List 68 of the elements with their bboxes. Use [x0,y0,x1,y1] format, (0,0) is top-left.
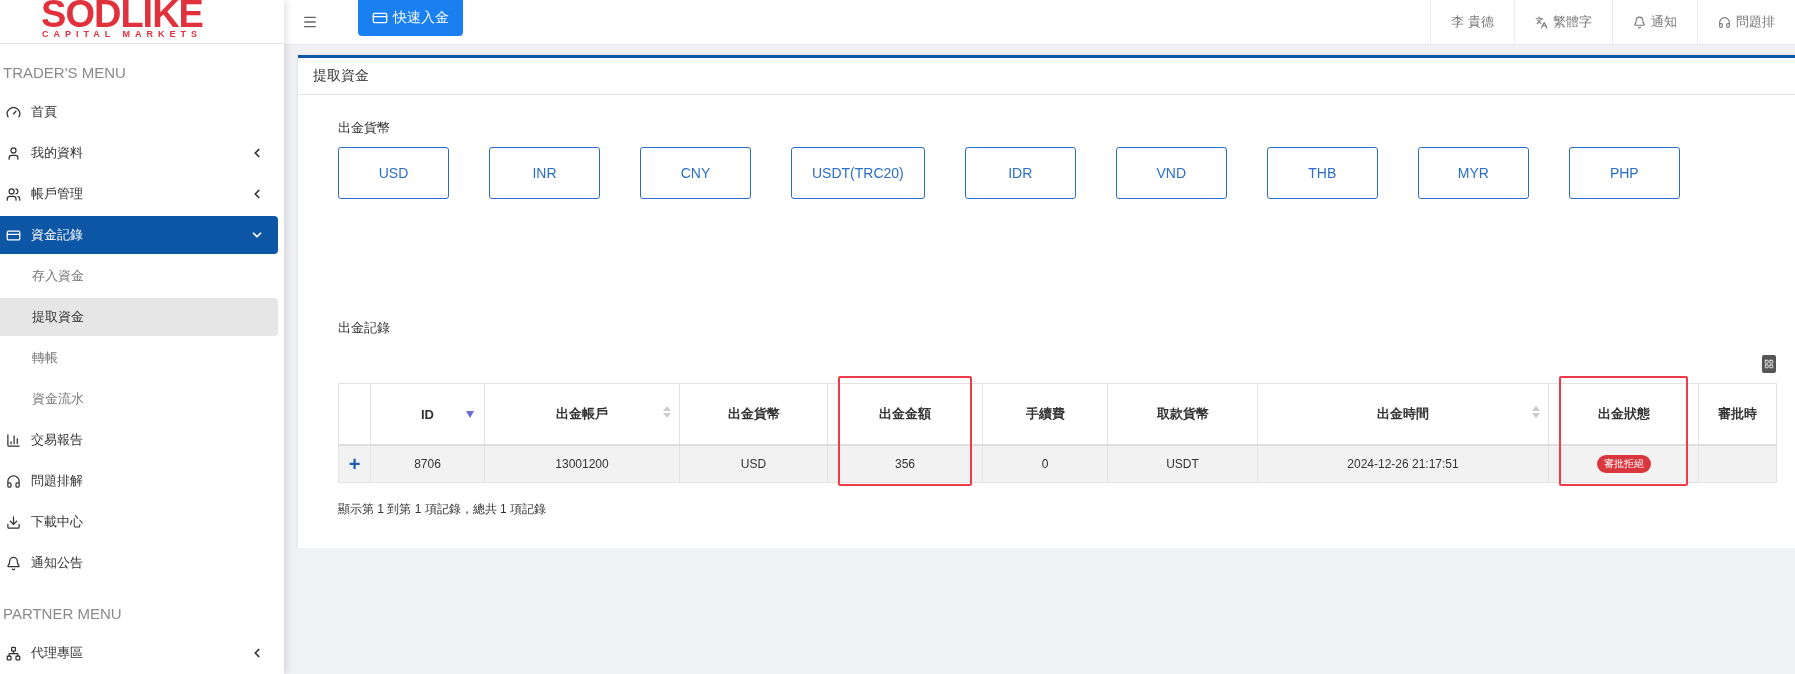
sidebar-item[interactable]: 代理專區 [0,634,278,672]
logo-name: SODLIKE [41,0,203,29]
language-icon[interactable] [1535,15,1548,29]
column-header[interactable]: 手續費 [1025,406,1065,421]
status-badge: 審批拒絕 [1596,455,1651,473]
headset-icon[interactable] [1718,15,1731,29]
currency-button[interactable]: CNY [640,147,751,199]
sidebar-subitem[interactable]: 存入資金 [0,257,278,295]
card-title: 提取資金 [313,67,369,85]
table-cell: 356 [895,457,915,471]
sidebar-item[interactable]: 交易報告 [0,421,278,459]
gauge-icon [6,104,21,120]
table-cell: 2024-12-26 21:17:51 [1347,457,1459,471]
table-cell: USDT [1166,457,1199,471]
notifications-link[interactable]: 通知 [1651,13,1677,31]
table-cell: USD [740,457,767,471]
menu-section-title: TRADER'S MENU [2,63,127,83]
language-link[interactable]: 繁體字 [1553,13,1592,31]
bell-icon [6,555,21,571]
help-link[interactable]: 問題排 [1736,13,1775,31]
bar-chart-icon [6,432,21,448]
download-icon [6,514,21,530]
column-header[interactable]: 出金時間 [1377,406,1429,421]
table-cell: 8706 [414,457,441,471]
column-header[interactable]: ID [421,406,434,422]
table-cell: 13001200 [555,457,609,471]
user-icon [6,145,21,161]
column-header[interactable]: 取款貨幣 [1156,406,1209,421]
currency-button[interactable]: USDT(TRC20) [791,147,925,199]
sidebar-item[interactable]: 通知公告 [0,544,278,582]
currency-button[interactable]: IDR [964,147,1076,199]
bell-icon[interactable] [1633,15,1646,29]
column-header[interactable]: 審批時 [1718,406,1757,421]
sidebar-item[interactable]: 下載中心 [0,503,278,541]
table-summary: 顯示第 1 到第 1 項記錄，總共 1 項記錄 [338,501,548,518]
column-header[interactable]: 出金貨幣 [727,406,780,421]
currency-button[interactable]: INR [489,147,600,199]
menu-icon[interactable] [302,14,318,30]
users-icon [6,186,21,202]
columns-icon[interactable] [1762,355,1776,373]
sidebar-subitem[interactable]: 轉帳 [0,339,278,377]
currency-button[interactable]: USD [338,147,449,199]
card-icon [6,227,21,243]
sitemap-icon [6,645,21,661]
table-cell: 0 [1041,457,1049,471]
sidebar-item[interactable]: 帳戶管理 [0,175,278,213]
quick-deposit-button[interactable]: 快速入金 [358,0,463,36]
section-label: 出金貨幣 [338,119,391,137]
sidebar-item[interactable]: 首頁 [0,93,278,131]
sidebar-item[interactable]: 問題排解 [0,462,278,500]
currency-button[interactable]: THB [1266,147,1378,199]
logo-tagline: CAPITAL MARKETS [41,29,203,39]
sidebar-item[interactable]: 我的資料 [0,134,278,172]
currency-button[interactable]: VND [1115,147,1227,199]
column-header[interactable]: 出金帳戶 [556,406,608,421]
sidebar-subitem[interactable]: 資金流水 [0,380,278,418]
sidebar-subitem[interactable]: 提取資金 [0,298,278,336]
currency-button[interactable]: PHP [1568,147,1680,199]
headset-icon [6,473,21,489]
column-header[interactable]: 出金金額 [879,406,931,421]
column-header[interactable]: 出金狀態 [1597,406,1650,421]
card-icon [372,10,388,26]
sidebar-item[interactable]: 資金記錄 [0,216,278,254]
currency-button[interactable]: MYR [1417,147,1529,199]
menu-section-title: PARTNER MENU [2,604,123,624]
section-label: 出金記錄 [338,319,391,337]
user-name[interactable]: 李 貴德 [1451,13,1494,31]
sort-descending-icon[interactable] [466,411,474,418]
